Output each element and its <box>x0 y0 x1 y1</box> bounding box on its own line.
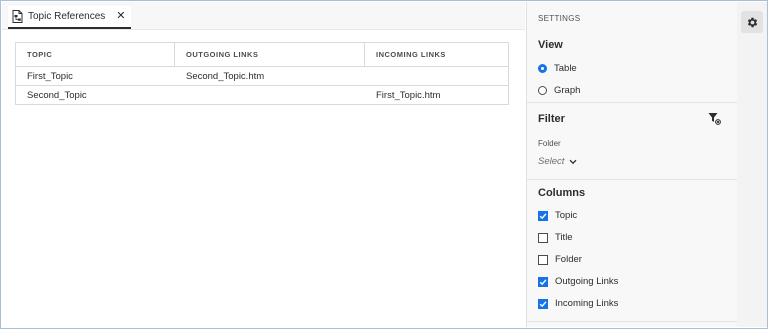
column-option-label: Incoming Links <box>555 298 619 309</box>
folder-label: Folder <box>538 139 561 148</box>
checkbox[interactable] <box>538 254 548 265</box>
section-divider <box>527 321 737 322</box>
close-icon[interactable]: ✕ <box>116 11 125 22</box>
table-cell: First_Topic.htm <box>376 89 441 101</box>
settings-panel: SETTINGS View Table Graph Filter Folder … <box>526 2 738 327</box>
main-area: Topic References ✕ TOPIC OUTGOING LINKS … <box>2 2 525 327</box>
view-option-label: Table <box>554 63 577 74</box>
section-divider <box>527 102 737 103</box>
column-header-incoming-links[interactable]: INCOMING LINKS <box>365 43 508 66</box>
checkbox[interactable] <box>538 210 548 221</box>
folder-select-value: Select <box>538 156 565 167</box>
checkbox[interactable] <box>538 298 548 309</box>
radio-button[interactable] <box>538 64 547 73</box>
checkmark-icon <box>539 278 547 285</box>
checkmark-icon <box>539 212 547 219</box>
column-option-label: Title <box>555 232 573 243</box>
filter-section-title: Filter <box>538 113 565 125</box>
view-option-table[interactable]: Table <box>538 63 577 74</box>
view-option-graph[interactable]: Graph <box>538 85 580 96</box>
table-header: TOPIC OUTGOING LINKS INCOMING LINKS <box>16 43 508 67</box>
tab-label: Topic References <box>28 11 106 22</box>
columns-section-title: Columns <box>538 187 586 199</box>
column-header-topic[interactable]: TOPIC <box>16 43 175 66</box>
tab-bar: Topic References ✕ <box>2 2 525 30</box>
view-section-title: View <box>538 39 563 51</box>
column-option-outgoing-links[interactable]: Outgoing Links <box>538 276 618 287</box>
table-cell <box>365 67 508 85</box>
column-option-folder[interactable]: Folder <box>538 254 582 265</box>
column-header-outgoing-links[interactable]: OUTGOING LINKS <box>175 43 365 66</box>
column-option-label: Topic <box>555 210 578 221</box>
table-row[interactable]: First_Topic Second_Topic.htm <box>16 67 508 86</box>
table-cell: First_Topic <box>27 70 73 82</box>
checkbox[interactable] <box>538 232 548 243</box>
section-divider <box>527 179 737 180</box>
column-option-label: Outgoing Links <box>555 276 619 287</box>
column-option-incoming-links[interactable]: Incoming Links <box>538 298 618 309</box>
column-option-title[interactable]: Title <box>538 232 573 243</box>
column-option-label: Folder <box>555 254 582 265</box>
table-row[interactable]: Second_Topic First_Topic.htm <box>16 86 508 104</box>
table-cell <box>175 86 365 104</box>
table-cell: Second_Topic.htm <box>186 70 265 82</box>
view-option-label: Graph <box>554 85 581 96</box>
gear-icon <box>747 17 757 27</box>
settings-title: SETTINGS <box>538 14 581 23</box>
references-table: TOPIC OUTGOING LINKS INCOMING LINKS Firs… <box>15 42 509 105</box>
clear-filter-icon[interactable] <box>708 112 721 125</box>
tab-topic-references[interactable]: Topic References ✕ <box>8 6 132 29</box>
checkmark-icon <box>539 300 547 307</box>
window-frame: Topic References ✕ TOPIC OUTGOING LINKS … <box>0 0 768 329</box>
right-rail <box>737 2 767 327</box>
table-cell: Second_Topic <box>27 89 87 101</box>
column-option-topic[interactable]: Topic <box>538 210 577 221</box>
radio-button[interactable] <box>538 86 547 95</box>
checkbox[interactable] <box>538 276 548 287</box>
settings-toggle-button[interactable] <box>741 11 763 33</box>
chevron-down-icon <box>569 159 577 164</box>
topic-references-icon <box>12 10 23 23</box>
folder-select[interactable]: Select <box>538 156 577 167</box>
